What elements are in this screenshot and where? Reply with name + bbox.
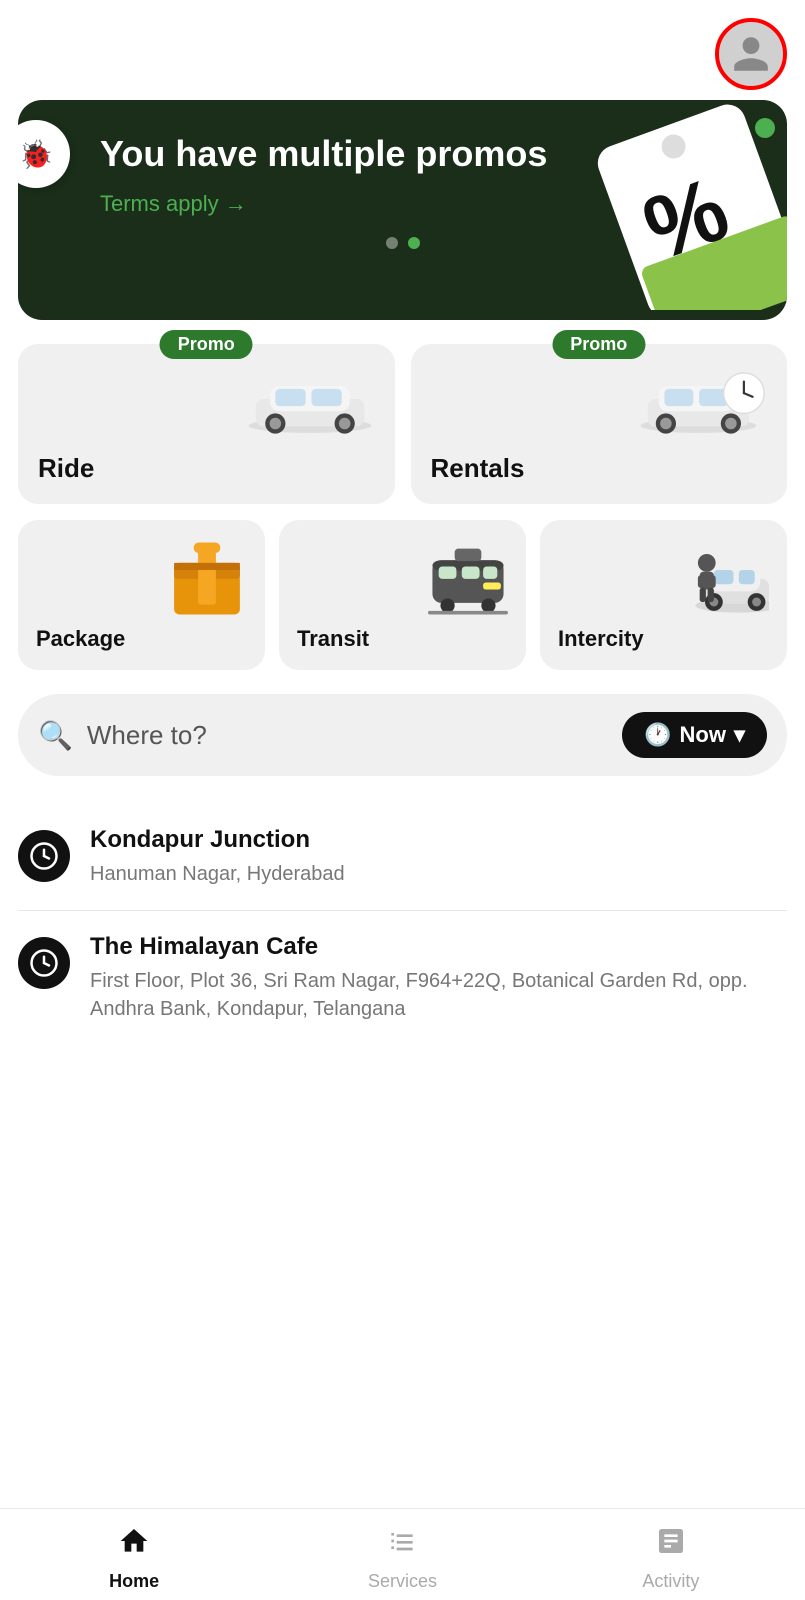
intercity-icon [689, 538, 769, 618]
package-icon [167, 538, 247, 618]
package-service-card[interactable]: Package [18, 520, 265, 670]
ride-car-icon [245, 364, 375, 444]
profile-button[interactable] [715, 18, 787, 90]
ride-label: Ride [38, 453, 94, 484]
bottom-services-grid: Package Transit [18, 520, 787, 670]
profile-icon [730, 33, 772, 75]
history-clock-icon-1 [18, 830, 70, 882]
package-label: Package [36, 626, 125, 652]
now-label: Now [680, 722, 726, 748]
location-address-2: First Floor, Plot 36, Sri Ram Nagar, F96… [90, 967, 787, 1023]
nav-services[interactable]: Services [268, 1525, 536, 1592]
location-item-1[interactable]: Kondapur Junction Hanuman Nagar, Hyderab… [18, 804, 787, 911]
nav-activity[interactable]: Activity [537, 1525, 805, 1592]
rentals-service-card[interactable]: Promo Rentals [411, 344, 788, 504]
search-icon: 🔍 [38, 719, 73, 752]
home-icon [118, 1525, 150, 1565]
activity-icon [655, 1525, 687, 1565]
banner-dot-2 [408, 237, 420, 249]
rentals-label: Rentals [431, 453, 525, 484]
rentals-promo-badge: Promo [552, 330, 645, 359]
location-item-2[interactable]: The Himalayan Cafe First Floor, Plot 36,… [18, 911, 787, 1045]
top-services-grid: Promo Ride Promo [18, 344, 787, 504]
clock-icon: 🕐 [644, 722, 671, 748]
nav-activity-label: Activity [642, 1571, 699, 1592]
transit-label: Transit [297, 626, 369, 652]
ride-promo-badge: Promo [160, 330, 253, 359]
transit-service-card[interactable]: Transit [279, 520, 526, 670]
search-placeholder: Where to? [87, 720, 608, 751]
promo-tag-illustration: % [587, 100, 787, 310]
search-bar[interactable]: 🔍 Where to? 🕐 Now ▾ [18, 694, 787, 776]
location-address-1: Hanuman Nagar, Hyderabad [90, 860, 345, 888]
intercity-service-card[interactable]: Intercity [540, 520, 787, 670]
services-icon [386, 1525, 418, 1565]
dropdown-arrow: ▾ [734, 722, 745, 748]
transit-train-icon [428, 538, 508, 618]
rentals-car-icon [637, 364, 767, 444]
nav-home-label: Home [109, 1571, 159, 1592]
nav-services-label: Services [368, 1571, 437, 1592]
app-header [0, 0, 805, 100]
ride-service-card[interactable]: Promo Ride [18, 344, 395, 504]
location-name-2: The Himalayan Cafe [90, 933, 787, 961]
history-clock-icon-2 [18, 937, 70, 989]
banner-dot-1 [386, 237, 398, 249]
location-info-2: The Himalayan Cafe First Floor, Plot 36,… [90, 933, 787, 1023]
nav-home[interactable]: Home [0, 1525, 268, 1592]
recent-locations-list: Kondapur Junction Hanuman Nagar, Hyderab… [18, 804, 787, 1045]
schedule-now-button[interactable]: 🕐 Now ▾ [622, 712, 767, 758]
intercity-label: Intercity [558, 626, 644, 652]
bottom-navigation: Home Services Activity [0, 1508, 805, 1600]
location-info-1: Kondapur Junction Hanuman Nagar, Hyderab… [90, 826, 345, 888]
location-name-1: Kondapur Junction [90, 826, 345, 854]
promo-banner[interactable]: 🐞 You have multiple promos Terms apply →… [18, 100, 787, 320]
